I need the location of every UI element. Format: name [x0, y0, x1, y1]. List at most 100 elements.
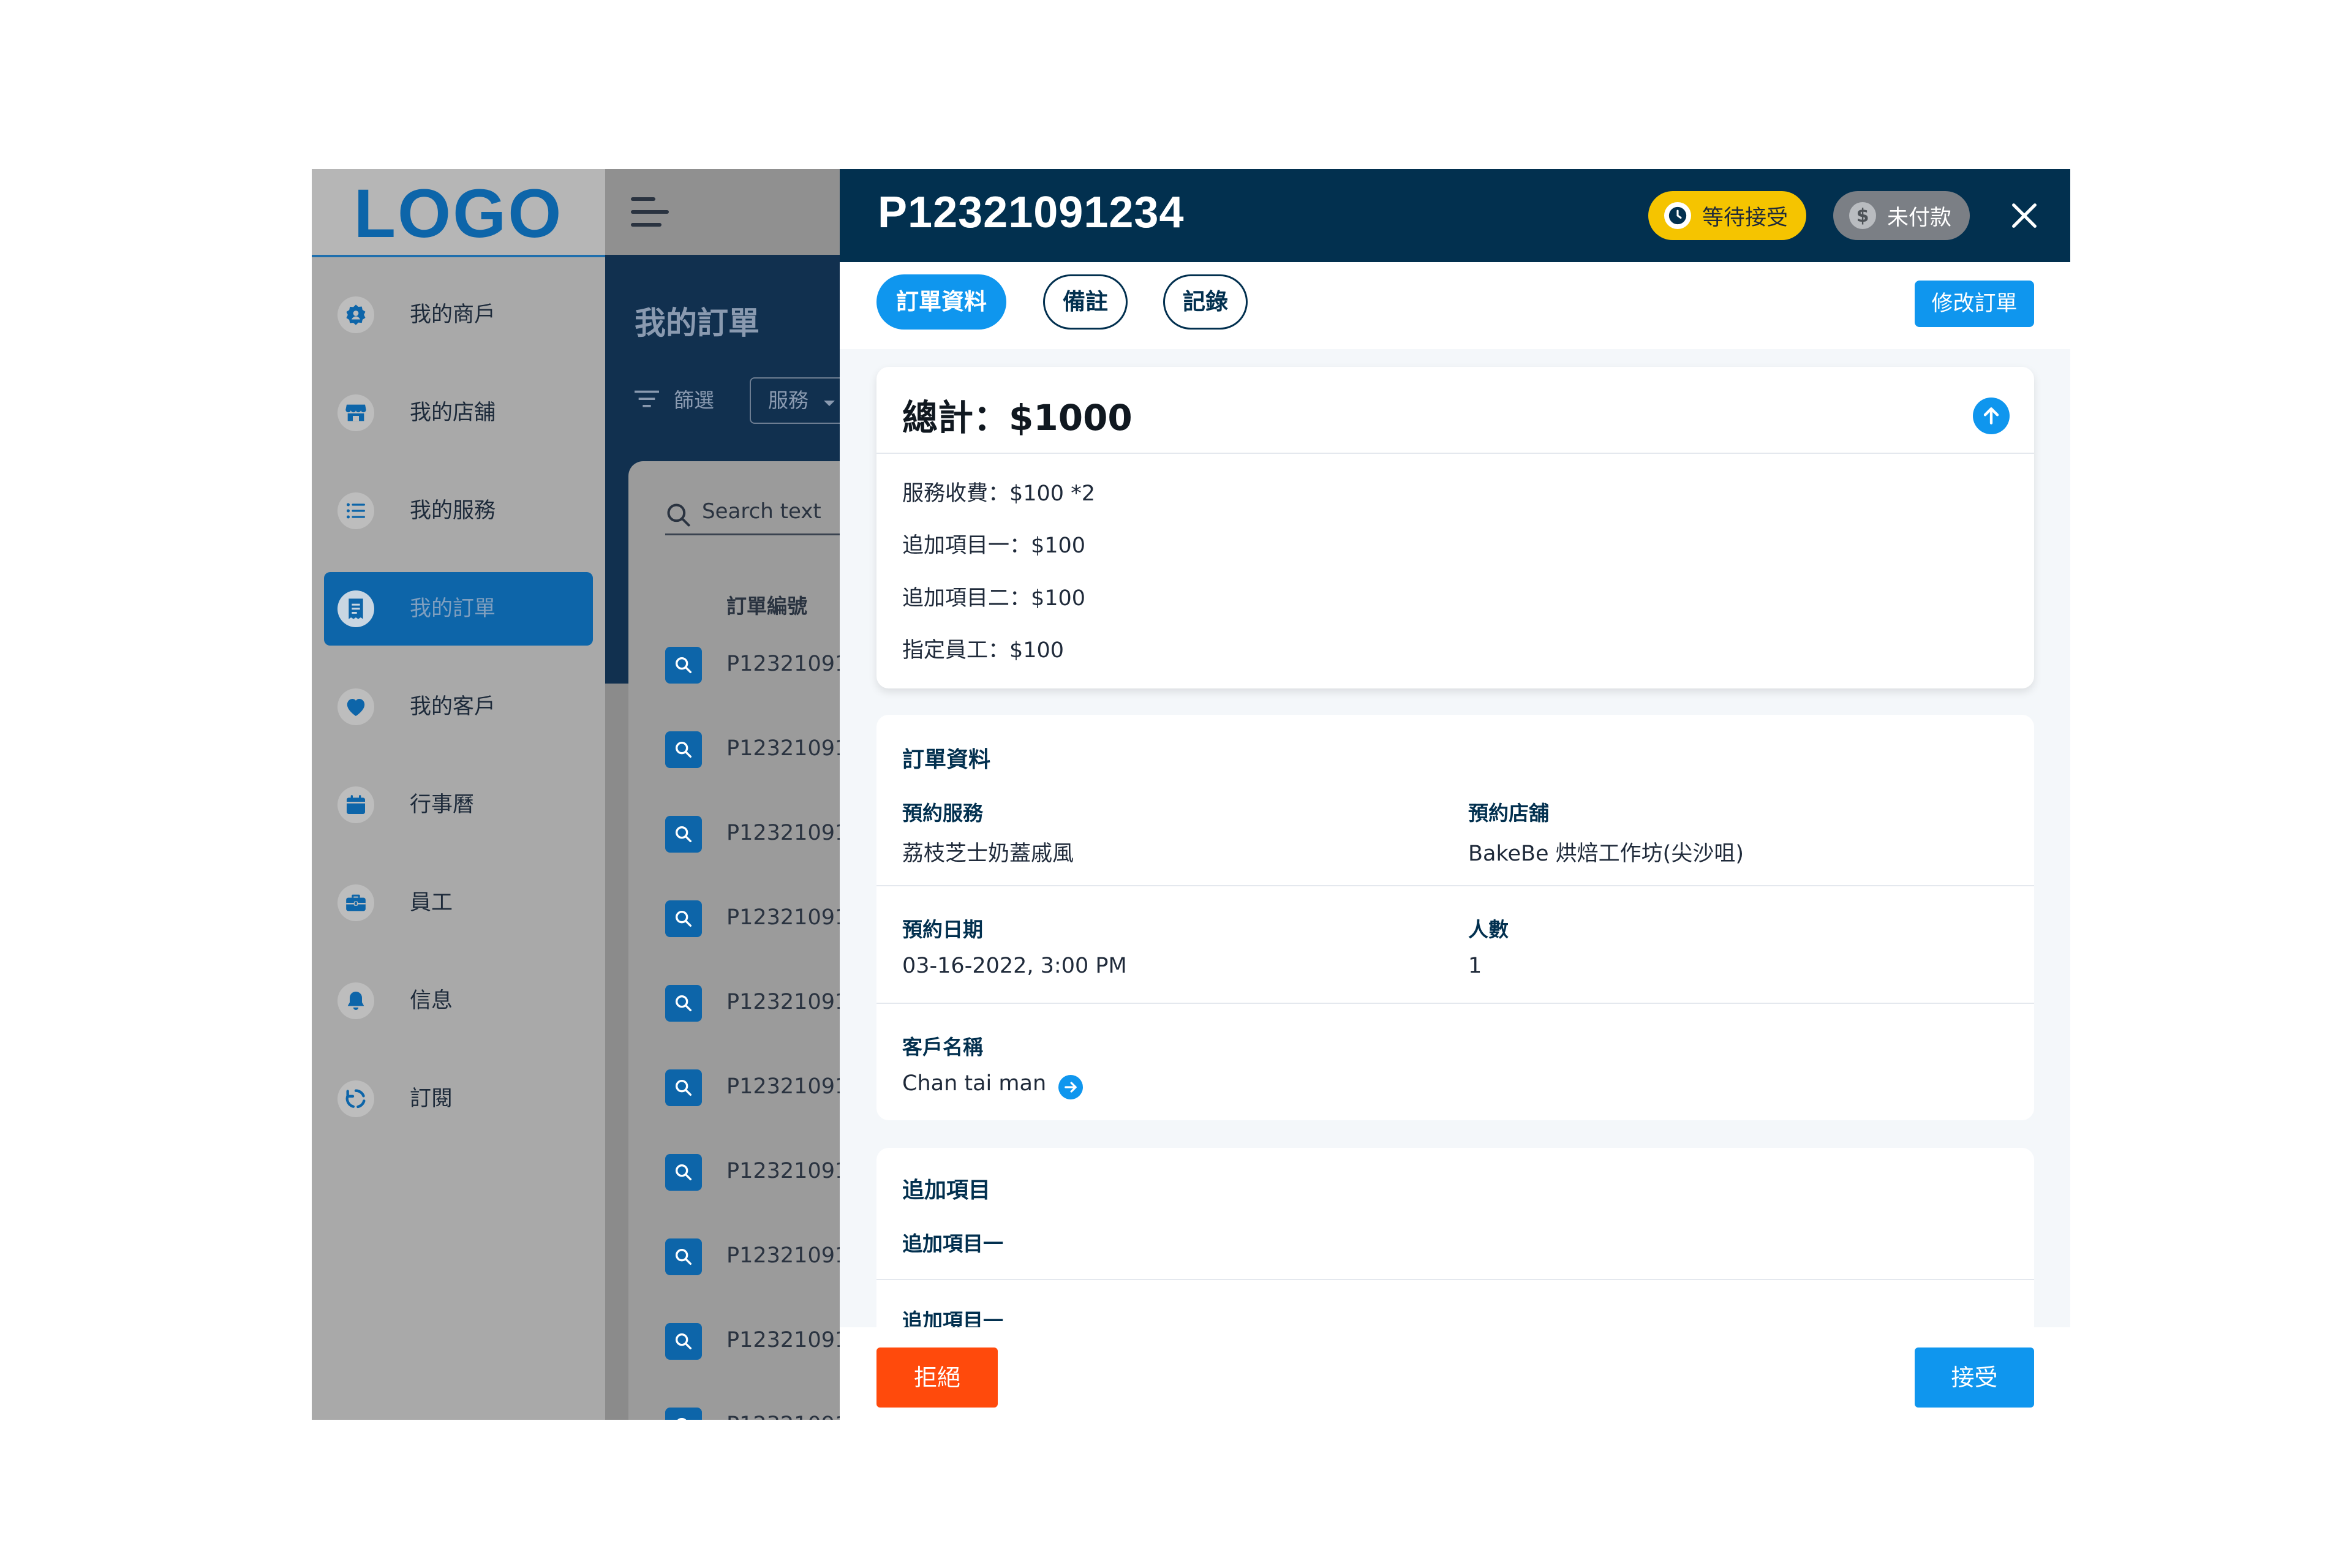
sidebar-item-label: 我的訂單: [410, 597, 496, 621]
drawer-tabs: 訂單資料 備註 記錄 修改訂單: [840, 262, 2070, 349]
magnifier-icon[interactable]: [665, 1238, 702, 1275]
collapse-up-icon[interactable]: [1973, 398, 2010, 434]
order-detail-drawer: P12321091234 等待接受 $ 未付款 訂單資料 備註 記錄 修改訂單 …: [840, 169, 2070, 1420]
order-info-card: 訂單資料 預約服務 荔枝芝士奶蓋戚風 預約店舖 BakeBe 烘焙工作坊(尖沙咀…: [876, 715, 2034, 1120]
sidebar-item-label: 我的客戶: [410, 695, 496, 719]
sidebar: LOGO 我的商戶 我的店舖 我的服務 我的訂單 我的客戶 行事曆 員工 信息 …: [312, 169, 605, 1420]
sidebar-item-label: 行事曆: [410, 793, 475, 817]
close-icon[interactable]: [2008, 200, 2040, 232]
sidebar-item-label: 訂閱: [410, 1087, 453, 1111]
reject-button[interactable]: 拒絕: [876, 1348, 998, 1408]
top-bar: [605, 169, 840, 255]
sidebar-item-label: 員工: [410, 891, 453, 915]
merchant-icon: [337, 296, 374, 333]
service-value: 荔枝芝士奶蓋戚風: [902, 842, 1074, 866]
date-label: 預約日期: [902, 918, 983, 941]
order-number: P12321091: [726, 990, 849, 1014]
status-badge-unpaid: $ 未付款: [1833, 191, 1970, 240]
order-number-title: P12321091234: [878, 188, 1185, 237]
magnifier-icon[interactable]: [665, 1069, 702, 1106]
order-number: P12321091: [726, 736, 849, 761]
total-amount: 總計：$1000: [902, 397, 1133, 439]
fee-line: 追加項目二：$100: [902, 586, 1086, 611]
filter-label: 篩選: [674, 388, 714, 412]
date-value: 03-16-2022, 3:00 PM: [902, 954, 1127, 978]
order-number: P12321091: [726, 1243, 849, 1268]
fee-line: 服務收費：$100 *2: [902, 481, 1095, 506]
dollar-icon: $: [1849, 202, 1876, 229]
drawer-header: P12321091234 等待接受 $ 未付款: [840, 169, 2070, 262]
order-number: P12321091: [726, 1412, 848, 1420]
search-placeholder: Search text: [702, 499, 821, 524]
section-title: 訂單資料: [902, 747, 991, 772]
magnifier-icon[interactable]: [665, 1408, 702, 1420]
magnifier-icon[interactable]: [665, 816, 702, 853]
order-number: P12321091: [726, 821, 849, 845]
app-frame: LOGO 我的商戶 我的店舖 我的服務 我的訂單 我的客戶 行事曆 員工 信息 …: [312, 169, 2070, 1420]
chevron-down-icon: [823, 401, 835, 406]
tab-notes[interactable]: 備註: [1043, 274, 1128, 330]
sidebar-item-merchant[interactable]: 我的商戶: [324, 278, 593, 352]
store-label: 預約店舖: [1468, 801, 1549, 825]
sidebar-item-orders[interactable]: 我的訂單: [324, 572, 593, 646]
magnifier-icon[interactable]: [665, 985, 702, 1022]
magnifier-icon[interactable]: [665, 1323, 702, 1360]
sidebar-item-staff[interactable]: 員工: [324, 866, 593, 940]
divider: [876, 885, 2034, 886]
drawer-footer: 拒絕 接受: [840, 1327, 2070, 1420]
section-title: 追加項目: [902, 1178, 991, 1203]
sidebar-item-customers[interactable]: 我的客戶: [324, 670, 593, 744]
service-select[interactable]: 服務: [750, 377, 848, 424]
order-number: P12321091: [726, 905, 849, 930]
divider: [876, 453, 2034, 454]
customer-label: 客戶名稱: [902, 1035, 983, 1059]
heart-icon: [337, 688, 374, 725]
order-number: P12321091: [726, 1074, 849, 1099]
sidebar-item-label: 我的商戶: [410, 303, 496, 327]
order-number: P12321091: [726, 652, 849, 676]
customer-value: Chan tai man: [902, 1071, 1047, 1096]
service-select-value: 服務: [768, 388, 809, 412]
extra-item-label: 追加項目一: [902, 1232, 1003, 1256]
receipt-icon: [337, 590, 374, 627]
service-label: 預約服務: [902, 801, 983, 825]
logo-bar: LOGO: [312, 169, 605, 257]
magnifier-icon[interactable]: [665, 647, 702, 684]
edit-order-button[interactable]: 修改訂單: [1915, 281, 2034, 327]
sidebar-item-messages[interactable]: 信息: [324, 964, 593, 1038]
page-title: 我的訂單: [635, 306, 760, 342]
accept-button[interactable]: 接受: [1915, 1348, 2034, 1408]
sidebar-item-label: 我的服務: [410, 499, 496, 523]
orders-table: Search text 訂單編號 P12321091 P12321091 P12…: [628, 461, 886, 1420]
total-card: 總計：$1000 服務收費：$100 *2 追加項目一：$100 追加項目二：$…: [876, 367, 2034, 688]
people-value: 1: [1468, 954, 1482, 978]
order-number: P12321091: [726, 1159, 849, 1183]
magnifier-icon[interactable]: [665, 1154, 702, 1191]
sidebar-item-label: 信息: [410, 989, 453, 1013]
filter-icon: [635, 390, 659, 407]
search-icon: [667, 503, 690, 527]
briefcase-icon: [337, 884, 374, 921]
tab-records[interactable]: 記錄: [1163, 274, 1248, 330]
store-icon: [337, 394, 374, 431]
people-label: 人數: [1468, 918, 1509, 941]
magnifier-icon[interactable]: [665, 731, 702, 768]
sidebar-item-store[interactable]: 我的店舖: [324, 376, 593, 450]
arrow-right-icon[interactable]: [1058, 1075, 1083, 1099]
calendar-icon: [337, 786, 374, 823]
tab-order-info[interactable]: 訂單資料: [876, 274, 1006, 330]
divider: [876, 1279, 2034, 1280]
magnifier-icon[interactable]: [665, 900, 702, 937]
logo: LOGO: [353, 175, 564, 252]
store-value: BakeBe 烘焙工作坊(尖沙咀): [1468, 842, 1744, 866]
status-badge-pending: 等待接受: [1648, 191, 1807, 240]
status-label: 等待接受: [1702, 205, 1789, 230]
sidebar-item-subscription[interactable]: 訂閱: [324, 1062, 593, 1136]
bell-icon: [337, 982, 374, 1019]
filter-button[interactable]: 篩選: [635, 383, 714, 414]
sidebar-item-services[interactable]: 我的服務: [324, 474, 593, 548]
divider: [876, 1003, 2034, 1004]
sidebar-item-label: 我的店舖: [410, 401, 496, 425]
hamburger-menu-icon[interactable]: [631, 197, 669, 227]
sidebar-item-calendar[interactable]: 行事曆: [324, 768, 593, 842]
